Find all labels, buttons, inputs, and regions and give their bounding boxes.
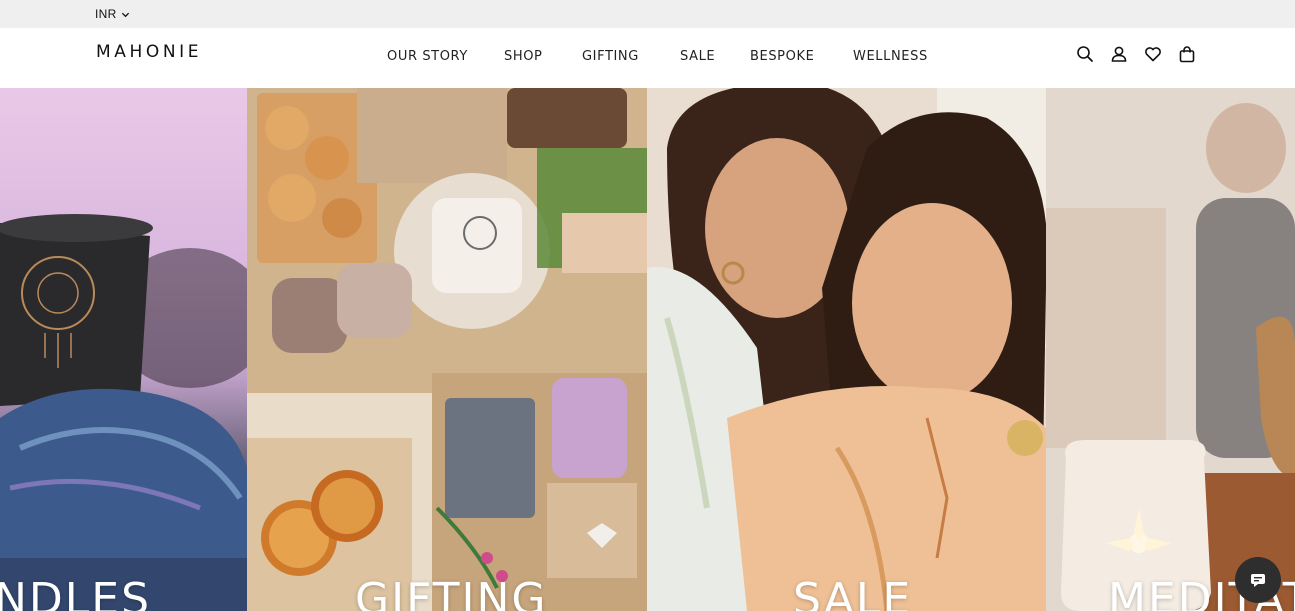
brand-logo[interactable]: MAHONIE	[96, 42, 202, 62]
chat-icon	[1251, 574, 1265, 587]
nav-shop[interactable]: SHOP	[504, 49, 582, 64]
tile-candles[interactable]: NDLES	[0, 88, 247, 611]
tile-candles-label: NDLES	[0, 574, 152, 611]
tile-sale-label: SALE	[793, 574, 913, 611]
tile-meditation[interactable]: MEDITAT	[1046, 88, 1295, 611]
account-icon[interactable]	[1110, 45, 1128, 63]
chat-button[interactable]	[1235, 557, 1281, 603]
nav-bespoke[interactable]: BESPOKE	[750, 49, 853, 64]
nav-gifting[interactable]: GIFTING	[582, 49, 680, 64]
search-icon[interactable]	[1076, 45, 1094, 63]
tile-gifting-label: GIFTING	[355, 574, 548, 611]
wishlist-heart-icon[interactable]	[1144, 45, 1162, 63]
chevron-down-icon	[121, 12, 129, 17]
nav-sale[interactable]: SALE	[680, 49, 750, 64]
nav-wellness[interactable]: WELLNESS	[853, 49, 928, 64]
nav-our-story[interactable]: OUR STORY	[387, 49, 504, 64]
meditation-diffuser-image	[1046, 88, 1295, 611]
candle-mug-image	[0, 214, 247, 611]
tile-sale[interactable]: SALE	[647, 88, 1046, 611]
site-header: MAHONIE OUR STORY SHOP GIFTING SALE BESP…	[0, 28, 1295, 88]
currency-label: INR	[95, 7, 117, 21]
header-icons	[1076, 45, 1196, 63]
tile-gifting[interactable]: GIFTING	[247, 88, 647, 611]
cart-bag-icon[interactable]	[1178, 45, 1196, 63]
currency-selector[interactable]: INR	[95, 7, 130, 21]
main-navigation: OUR STORY SHOP GIFTING SALE BESPOKE WELL…	[387, 49, 928, 64]
gift-box-image	[247, 88, 647, 611]
women-portrait-image	[647, 88, 1046, 611]
category-tiles: NDLES GIFTING SALE MEDITAT	[0, 88, 1295, 611]
top-utility-bar: INR	[0, 0, 1295, 28]
